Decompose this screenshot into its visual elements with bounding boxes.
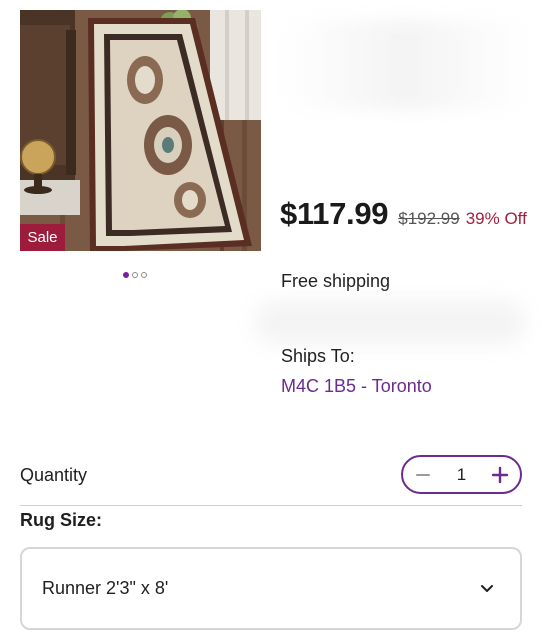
rug-photo <box>20 10 261 251</box>
sale-badge: Sale <box>20 224 65 251</box>
chevron-down-icon <box>481 584 493 592</box>
increment-button[interactable] <box>488 463 512 487</box>
quantity-stepper: 1 <box>401 455 522 494</box>
original-price: $192.99 <box>398 209 460 228</box>
discount-label: 39% Off <box>465 209 527 228</box>
rug-size-select[interactable]: Runner 2'3" x 8' <box>20 547 522 630</box>
rug-size-selected-value: Runner 2'3" x 8' <box>42 578 169 598</box>
product-image[interactable] <box>20 10 261 251</box>
quantity-label: Quantity <box>20 465 88 485</box>
ships-to-label: Ships To: <box>281 346 355 366</box>
image-carousel-dots <box>123 272 147 278</box>
obscured-shipping-area <box>255 300 525 345</box>
rug-size-label: Rug Size: <box>20 510 103 530</box>
minus-icon <box>416 473 430 476</box>
carousel-dot-1[interactable] <box>123 272 129 278</box>
current-price: $117.99 <box>280 196 389 231</box>
obscured-title-area <box>280 20 530 110</box>
carousel-dot-2[interactable] <box>132 272 138 278</box>
section-divider <box>20 505 522 506</box>
price-row: $117.99 $192.99 39% Off <box>280 196 542 236</box>
ships-to-location-link[interactable]: M4C 1B5 - Toronto <box>281 376 432 397</box>
quantity-value[interactable]: 1 <box>447 465 477 485</box>
plus-icon <box>491 466 509 483</box>
decrement-button[interactable] <box>411 463 435 487</box>
free-shipping-text: Free shipping <box>281 271 391 291</box>
carousel-dot-3[interactable] <box>141 272 147 278</box>
